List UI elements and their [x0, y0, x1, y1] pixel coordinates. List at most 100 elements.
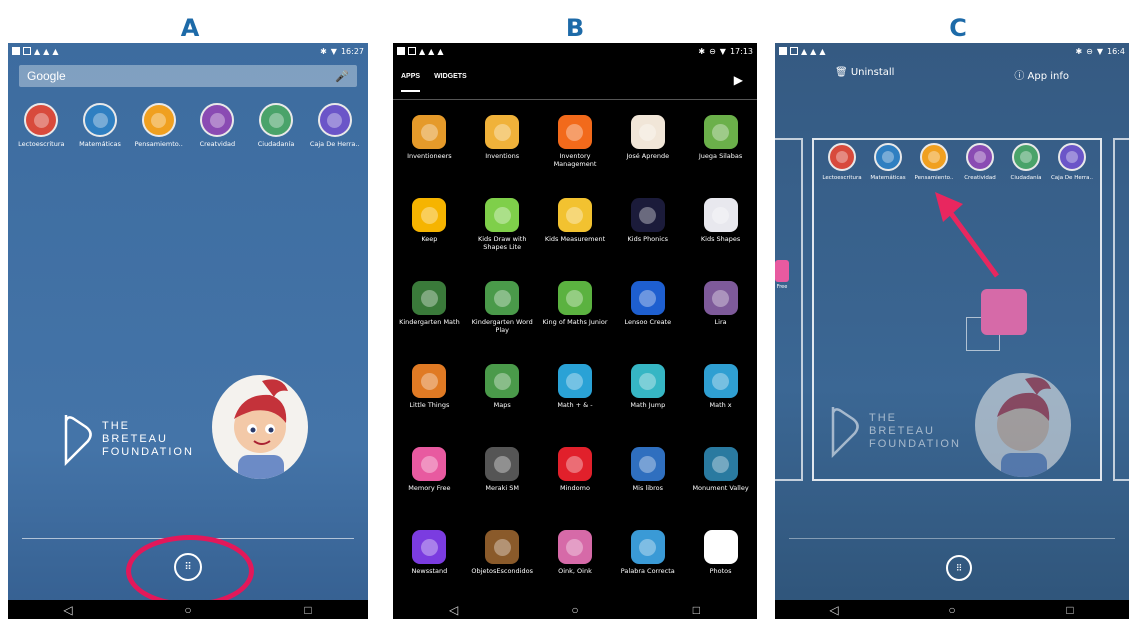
back-button[interactable]: ◁ — [439, 603, 469, 617]
home-button[interactable]: ○ — [173, 603, 203, 617]
recents-button[interactable]: □ — [681, 603, 711, 617]
right-screen-outline — [1113, 138, 1129, 481]
app-shortcut[interactable]: Math + & - — [539, 364, 612, 434]
clock: 16:27 — [340, 46, 364, 56]
app-icon — [630, 198, 665, 232]
app-shortcut[interactable]: Pensamiemto.. — [129, 103, 188, 148]
app-label: Matemáticas — [79, 140, 121, 148]
app-shortcut[interactable]: Inventioneers — [393, 115, 466, 185]
google-search-bar[interactable]: Google 🎤 — [19, 65, 357, 87]
app-shortcut[interactable]: Ciudadanía — [1003, 143, 1049, 182]
status-bar: ▲ ▲ ▲ ✱ ⊖ ▼ 16:4 — [775, 43, 1129, 59]
app-shortcut[interactable]: Kids Shapes — [684, 198, 757, 268]
app-icon — [24, 103, 59, 137]
app-shortcut[interactable]: Creatividad — [957, 143, 1003, 182]
app-label: ObjetosEscondidos — [471, 567, 533, 575]
app-shortcut[interactable]: Maps — [466, 364, 539, 434]
app-shortcut[interactable]: Lectoescritura — [819, 143, 865, 182]
app-icon — [703, 447, 738, 481]
app-shortcut[interactable]: Photos — [684, 530, 757, 600]
app-shortcut[interactable]: Inventory Management — [539, 115, 612, 185]
home-button[interactable]: ○ — [560, 603, 590, 617]
app-label: Little Things — [409, 401, 450, 409]
app-shortcut[interactable]: King of Maths Junior — [539, 281, 612, 351]
back-button[interactable]: ◁ — [819, 603, 849, 617]
tab-apps[interactable]: APPS — [401, 73, 421, 92]
app-shortcut[interactable]: Math x — [684, 364, 757, 434]
app-label: Mindomo — [560, 484, 590, 492]
app-shortcut[interactable]: Monument Valley — [684, 447, 757, 517]
app-label: Creatvidad — [199, 140, 236, 148]
app-label: Math + & - — [557, 401, 593, 409]
app-shortcut[interactable]: Palabra Correcta — [611, 530, 684, 600]
app-shortcut[interactable]: Lectoescritura — [12, 103, 71, 148]
uninstall-label: Uninstall — [850, 67, 895, 78]
phone-screen-c: ▲ ▲ ▲ ✱ ⊖ ▼ 16:4 🗑 Uninstall ⓘ App info Free … — [775, 43, 1129, 619]
app-shortcut[interactable]: Mis libros — [611, 447, 684, 517]
app-info-target[interactable]: ⓘ App info — [1014, 67, 1069, 82]
app-label: Palabra Correcta — [620, 567, 675, 575]
app-shortcut[interactable]: Lira — [684, 281, 757, 351]
app-shortcut[interactable]: Matemáticas — [71, 103, 130, 148]
play-store-icon[interactable]: ▶ — [734, 73, 743, 87]
logo-text-2: BRETEAU — [869, 424, 935, 437]
app-icon — [920, 143, 948, 171]
app-shortcut[interactable]: Oink, Oink — [539, 530, 612, 600]
search-label: Google — [27, 69, 66, 83]
left-peek-label: Free — [776, 284, 788, 290]
app-label: Maps — [493, 401, 511, 409]
app-shortcut[interactable]: Newsstand — [393, 530, 466, 600]
app-shortcut[interactable]: Kindergarten Math — [393, 281, 466, 351]
app-icon — [703, 115, 738, 149]
app-shortcut[interactable]: Math Jump — [611, 364, 684, 434]
app-label: Caja De Herra.. — [309, 140, 360, 148]
dragged-app-icon[interactable] — [981, 289, 1027, 335]
app-shortcut[interactable]: Keep — [393, 198, 466, 268]
app-label: Kids Phonics — [627, 235, 669, 243]
app-shortcut[interactable]: Lensoo Create — [611, 281, 684, 351]
app-label: Inventioneers — [407, 152, 452, 160]
app-shortcut[interactable]: Inventions — [466, 115, 539, 185]
app-shortcut[interactable]: Memory Free — [393, 447, 466, 517]
app-shortcut[interactable]: Kids Draw with Shapes Lite — [466, 198, 539, 268]
app-label: Ciudadanía — [1010, 175, 1042, 181]
microphone-icon[interactable]: 🎤 — [335, 70, 349, 83]
app-shortcut[interactable]: Caja De Herra.. — [305, 103, 364, 148]
app-label: Kindergarten Word Play — [471, 318, 533, 334]
app-shortcut[interactable]: Kindergarten Word Play — [466, 281, 539, 351]
app-icon — [412, 530, 447, 564]
recents-button[interactable]: □ — [293, 603, 323, 617]
app-icon — [1058, 143, 1086, 171]
app-shortcut[interactable]: Caja De Herra.. — [1049, 143, 1095, 182]
app-shortcut[interactable]: Matemáticas — [865, 143, 911, 182]
app-shortcut[interactable]: Ciudadanía — [247, 103, 306, 148]
app-shortcut[interactable]: Juega Silabas — [684, 115, 757, 185]
breteau-logo: THE BRETEAU FOUNDATION — [58, 411, 194, 467]
app-shortcut[interactable]: Pensamiento.. — [911, 143, 957, 182]
app-icon — [485, 364, 520, 398]
app-shortcut[interactable]: Mindomo — [539, 447, 612, 517]
recents-button[interactable]: □ — [1055, 603, 1085, 617]
app-shortcut[interactable]: Meraki SM — [466, 447, 539, 517]
app-label: Math x — [709, 401, 732, 409]
back-button[interactable]: ◁ — [53, 603, 83, 617]
app-shortcut[interactable]: Kids Measurement — [539, 198, 612, 268]
panel-label-c: C — [949, 14, 967, 42]
app-shortcut[interactable]: Creatvidad — [188, 103, 247, 148]
home-app-row: Lectoescritura Matemáticas Pensamiento.. Cr… — [819, 143, 1095, 182]
nav-bar: ◁ ○ □ — [775, 600, 1129, 619]
tab-divider — [393, 99, 757, 100]
app-shortcut[interactable]: Kids Phonics — [611, 198, 684, 268]
app-shortcut[interactable]: ObjetosEscondidos — [466, 530, 539, 600]
home-button[interactable]: ○ — [937, 603, 967, 617]
app-label: Newsstand — [411, 567, 448, 575]
uninstall-target[interactable]: 🗑 Uninstall — [835, 67, 894, 82]
app-shortcut[interactable]: José Aprende — [611, 115, 684, 185]
app-shortcut[interactable]: Little Things — [393, 364, 466, 434]
breteau-b-icon — [64, 415, 92, 467]
app-icon — [83, 103, 117, 137]
app-drawer-button[interactable]: ⠿ — [946, 555, 972, 581]
home-app-row: Lectoescritura Matemáticas Pensamiemto.. Cr… — [12, 103, 364, 148]
app-icon — [412, 115, 447, 149]
tab-widgets[interactable]: WIDGETS — [434, 73, 467, 92]
